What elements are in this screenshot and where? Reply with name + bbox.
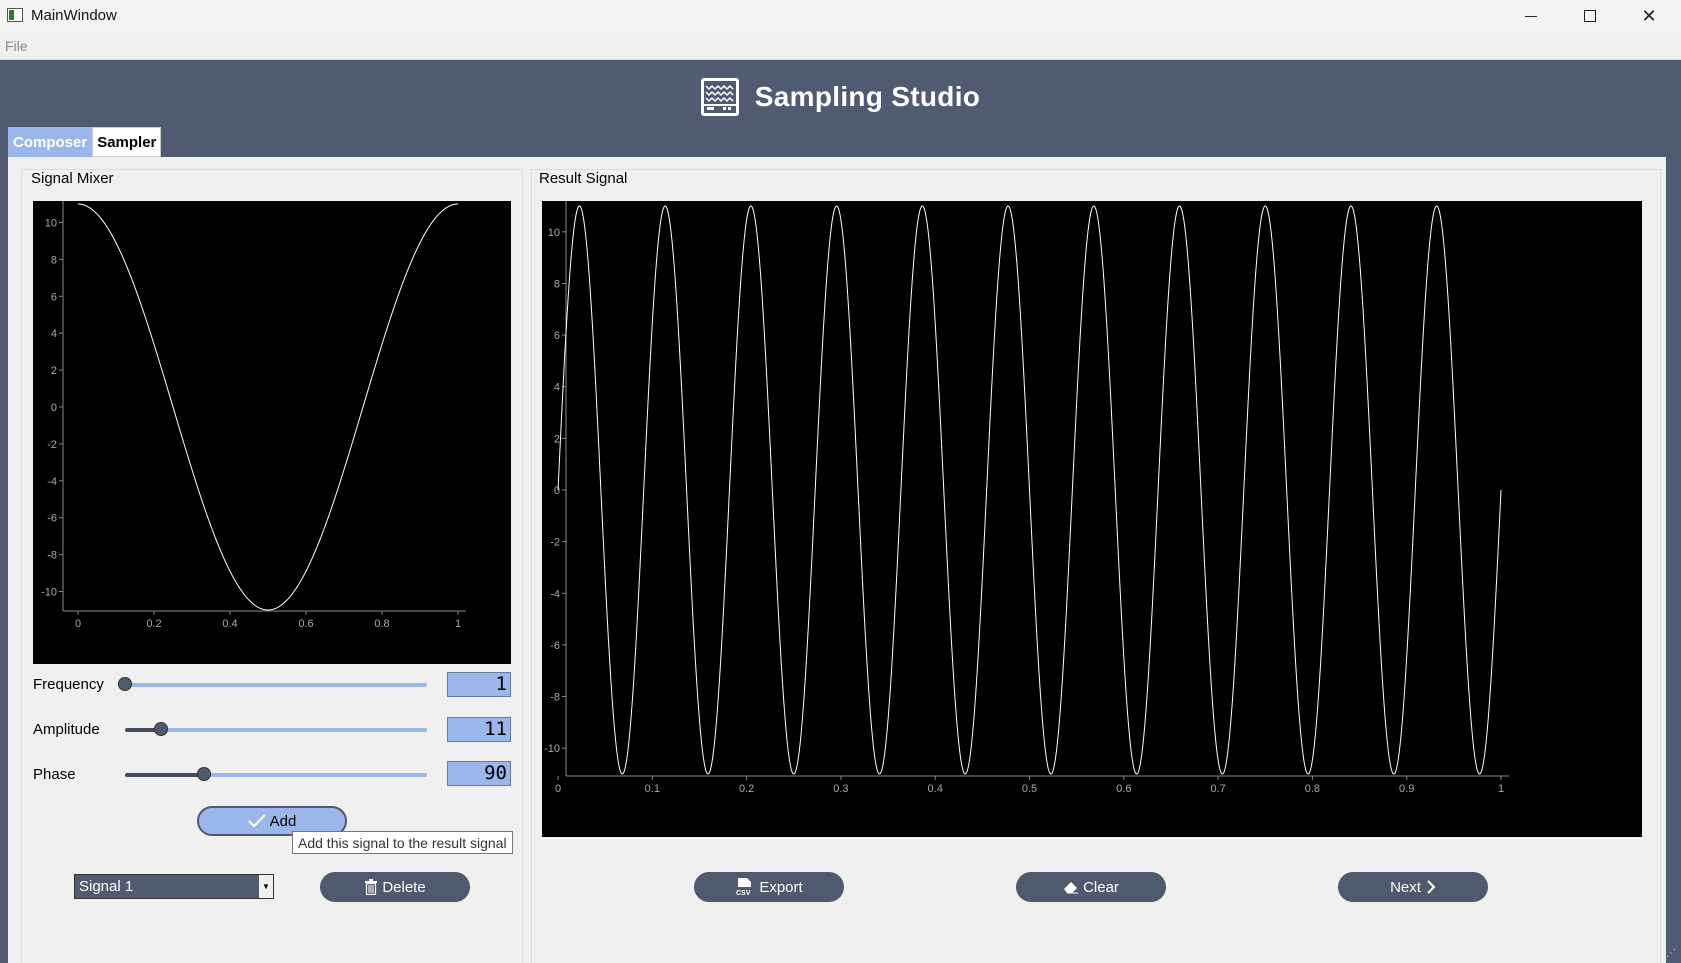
mixer-plot-y-tick-label: -6 [47,513,57,525]
signal-mixer-plot[interactable]: 10 8 6 4 2 0 -2 -4 -6 -8 -10 0 0.2 0.4 0.6 0.8 1 [33,201,511,664]
close-icon: ✕ [1641,5,1657,26]
maximize-button[interactable] [1561,0,1619,32]
frequency-value: 1 [447,672,511,697]
minimize-icon [1525,15,1537,17]
app-title: Sampling Studio [754,81,981,112]
add-button-label: Add [269,812,297,830]
result-plot-x-tick-label: 0.4 [928,783,943,795]
mixer-plot-y-tick-label: -10 [41,587,57,599]
result-plot-x-tick-label: 0.8 [1305,783,1320,795]
eraser-icon [1063,880,1079,894]
result-plot-y-tick-label: 8 [554,278,560,290]
signal-select[interactable]: Signal 1 ▼ [74,874,274,899]
result-plot-x-tick-label: 0.3 [833,783,848,795]
maximize-icon [1584,10,1596,22]
mixer-plot-y-tick-label: -8 [47,550,57,562]
app-header: Sampling Studio [0,74,1681,120]
mixer-plot-y-tick-label: -4 [47,476,57,488]
result-plot-x-tick-label: 1 [1498,783,1504,795]
mixer-plot-x-tick-label: 0.2 [146,618,161,630]
csv-file-icon: CSV [735,877,755,897]
menu-bar: File [0,32,1681,60]
frequency-label: Frequency [33,676,104,693]
tab-composer[interactable]: Composer [8,127,93,157]
app-icon [7,8,23,22]
clear-button-label: Clear [1083,878,1119,896]
frequency-slider[interactable] [125,683,427,687]
export-button-label: Export [759,878,803,896]
trash-icon [364,879,378,895]
result-signal-plot[interactable]: 10 8 6 4 2 0 -2 -4 -6 -8 -10 0 0.1 0.2 0.3 0.4 0.5 0.6 0.7… [542,201,1642,837]
tab-bar: Composer Sampler [8,127,162,157]
result-plot-y-tick-label: 2 [554,433,560,445]
mixer-plot-y-tick-label: 6 [51,291,57,303]
csv-badge-text: CSV [736,890,751,897]
phase-label: Phase [33,766,76,783]
menu-file[interactable]: File [5,38,28,54]
add-tooltip: Add this signal to the result signal [292,831,513,854]
result-plot-y-tick-label: -10 [544,743,560,755]
mixer-plot-x-tick-label: 0.8 [374,618,389,630]
result-plot-y-tick-label: 6 [554,330,560,342]
amplitude-value: 11 [447,717,511,742]
result-plot-y-tick-label: -4 [550,588,560,600]
title-bar: MainWindow ✕ [0,0,1681,32]
result-plot-y-tick-label: -8 [550,692,560,704]
result-signal-title: Result Signal [536,170,631,187]
result-plot-series-line [557,205,1502,775]
result-plot-y-tick-label: -6 [550,640,560,652]
result-plot-y-tick-label: 4 [554,382,560,394]
result-plot-y-tick-label: -2 [550,537,560,549]
result-plot-x-tick-label: 0.2 [739,783,754,795]
delete-button-label: Delete [382,878,426,896]
mixer-plot-y-tick-label: 8 [51,254,57,266]
resize-grip-icon[interactable]: ⋰ [1666,948,1678,960]
result-plot-x-tick-label: 0.5 [1022,783,1037,795]
export-button[interactable]: CSV Export [694,872,844,902]
mixer-plot-series-line [78,203,458,611]
frequency-slider-handle[interactable] [118,677,132,691]
mixer-plot-x-tick-label: 1 [455,618,461,630]
phase-value: 90 [447,761,511,786]
close-button[interactable]: ✕ [1620,0,1678,32]
signal-select-value: Signal 1 [79,878,134,895]
waveform-logo-icon [700,78,739,116]
signal-mixer-title: Signal Mixer [28,170,117,187]
clear-button[interactable]: Clear [1016,872,1166,902]
result-plot-x-tick-label: 0.9 [1399,783,1414,795]
next-button[interactable]: Next [1338,872,1488,902]
mixer-plot-y-tick-label: 4 [51,328,57,340]
delete-signal-button[interactable]: Delete [320,872,470,902]
tab-sampler[interactable]: Sampler [92,127,162,157]
mixer-plot-y-tick-label: -2 [47,439,57,451]
result-plot-x-tick-label: 0.7 [1210,783,1225,795]
phase-slider-fill [125,773,204,777]
window-title: MainWindow [31,7,117,24]
chevron-right-icon [1426,880,1436,894]
amplitude-label: Amplitude [33,721,100,738]
mixer-plot-y-tick-label: 0 [51,402,57,414]
mixer-plot-x-tick-label: 0 [75,618,81,630]
chevron-down-icon: ▼ [259,875,273,898]
result-plot-x-tick-label: 0.6 [1116,783,1131,795]
amplitude-slider[interactable] [125,728,427,732]
mixer-plot-x-tick-label: 0.4 [222,618,237,630]
checkmark-icon [247,814,266,828]
phase-slider-handle[interactable] [196,767,211,781]
result-plot-x-tick-label: 0.1 [645,783,660,795]
mixer-plot-x-tick-label: 0.6 [298,618,313,630]
next-button-label: Next [1390,878,1421,896]
result-plot-x-tick-label: 0 [555,783,561,795]
result-plot-y-tick-label: 0 [554,485,560,497]
result-plot-y-tick-label: 10 [548,227,560,239]
mixer-plot-y-tick-label: 2 [51,365,57,377]
mixer-plot-y-tick-label: 10 [45,217,57,229]
minimize-button[interactable] [1502,0,1560,32]
